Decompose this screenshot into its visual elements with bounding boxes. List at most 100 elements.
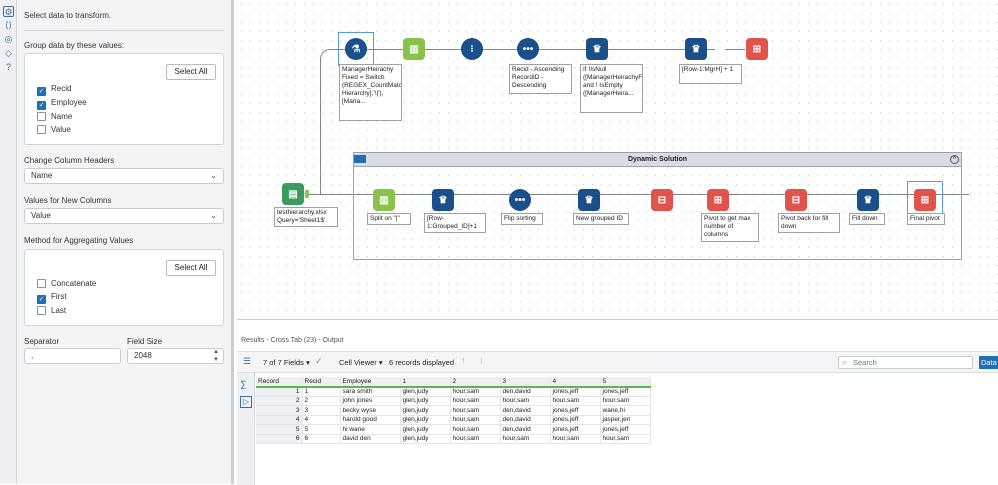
multi-row-formula-icon[interactable]: ♛	[432, 189, 454, 211]
cross-tab-icon[interactable]: ⊞	[746, 38, 768, 60]
cross-tab-icon[interactable]: ⊞	[707, 189, 729, 211]
arrow-down-icon[interactable]: ↓	[479, 355, 484, 365]
table-row[interactable]: 2 2 john jones glen,judy hour,sam hour,sam hou…	[256, 396, 651, 406]
final-pivot-label: Final pivot	[907, 213, 945, 225]
data-button[interactable]: Data	[979, 356, 998, 369]
new-columns-select[interactable]: Value ⌄	[24, 208, 224, 224]
multirow-tool-label: [Row-1:MgrH] + 1	[679, 64, 742, 84]
input-connection-curve	[320, 49, 334, 194]
table-row[interactable]: 6 6 david den glen,judy hour,sam hour,sam hour…	[256, 434, 651, 444]
field-size-label: Field Size	[127, 337, 163, 346]
flip-sorting-label: Flip sorting	[501, 213, 543, 225]
checkbox-unchecked[interactable]	[37, 125, 46, 134]
help-icon[interactable]: ?	[3, 62, 14, 73]
text-to-columns-icon[interactable]: ▥	[403, 38, 425, 60]
annotation-icon[interactable]: ◎	[3, 34, 14, 45]
col-header[interactable]: 5	[600, 377, 651, 388]
checkbox-unchecked[interactable]	[37, 306, 46, 315]
separator-input[interactable]: ,	[24, 348, 121, 364]
input-tool-label: testhierarchy.xlsx Query='Sheet1$'	[274, 207, 338, 227]
text-to-columns-icon[interactable]: ▥	[373, 189, 395, 211]
instruction-text: Select data to transform.	[24, 11, 112, 20]
records-count: 6 records displayed	[389, 358, 455, 367]
aggregate-heading: Method for Aggregating Values	[24, 236, 134, 245]
pivot-max-label: Pivot to get max number of columns	[701, 213, 759, 242]
checkbox-checked[interactable]: ✓	[37, 87, 46, 96]
fields-dropdown[interactable]: 7 of 7 Fields ▾	[263, 358, 310, 367]
checkbox-checked[interactable]: ✓	[37, 101, 46, 110]
table-row[interactable]: 5 5 hi wane glen,judy hour,sam den,david jones…	[256, 424, 651, 435]
sort-icon[interactable]: •••	[509, 189, 531, 211]
collapse-icon[interactable]: ^	[950, 155, 959, 164]
transpose-icon[interactable]: ⊟	[785, 189, 807, 211]
group-field-name[interactable]: Name	[37, 111, 72, 123]
sigma-icon[interactable]: ∑	[240, 379, 252, 391]
code-icon[interactable]: ⟨⟩	[3, 20, 14, 31]
new-grouped-id-label: New grouped ID	[573, 213, 629, 225]
multirow2-tool-label: [Row-1:Grouped_ID]+1	[424, 213, 486, 233]
input-data-book-icon[interactable]: ▤	[282, 183, 304, 205]
cross-tab-icon[interactable]: ⊞	[914, 189, 936, 211]
chevron-down-icon: ⌄	[210, 171, 217, 180]
transpose-icon[interactable]: ⊟	[651, 189, 673, 211]
search-input[interactable]: ○ Search	[838, 356, 973, 369]
tag-icon[interactable]: ◇	[3, 48, 14, 59]
change-headers-heading: Change Column Headers	[24, 156, 115, 165]
search-icon: ○	[842, 358, 847, 367]
checkbox-checked[interactable]: ✓	[37, 295, 46, 304]
table-row[interactable]: 1 1 sara smith glen,judy hour,sam den,david jo…	[256, 386, 651, 397]
results-side-bar: ∑ ▷	[237, 373, 255, 485]
group-field-recid[interactable]: ✓ Recid	[37, 83, 71, 96]
checkbox-unchecked[interactable]	[37, 279, 46, 288]
record-id-icon[interactable]: ⁝	[461, 38, 483, 60]
checkmark-icon[interactable]: ✓	[315, 356, 323, 367]
group-by-box: Select All ✓ Recid ✓ Employee Name Value	[24, 53, 224, 145]
group-select-all-button[interactable]: Select All	[166, 64, 216, 80]
container-icon	[354, 155, 366, 163]
field-size-stepper[interactable]: 2048 ▲ ▼	[127, 348, 224, 364]
results-table: Record Recid Employee 1 2 3 4 5 1 1 sara s…	[256, 377, 651, 444]
formula-tool-label: ManagerHeirachy Fixed = Switch (REGEX_Co…	[339, 64, 402, 121]
col-header[interactable]: 2	[450, 377, 501, 388]
table-view-icon[interactable]: ☰	[243, 356, 251, 367]
container-header[interactable]: Dynamic Solution ^	[354, 153, 961, 167]
checkbox-unchecked[interactable]	[37, 112, 46, 121]
aggregate-select-all-button[interactable]: Select All	[166, 260, 216, 276]
pivot-back-label: Pivot back for fill down	[778, 213, 840, 233]
formula2-tool-label: If !IsNull ([ManagerHeirachyFixed]) and …	[580, 64, 643, 113]
split-tool-label: Split on "|"	[367, 213, 411, 225]
change-headers-select[interactable]: Name ⌄	[24, 168, 224, 184]
col-header[interactable]: 4	[550, 377, 601, 388]
fill-down-label: Fill down	[849, 213, 885, 225]
col-header[interactable]: Employee	[340, 377, 401, 388]
col-header[interactable]: Recid	[302, 377, 341, 388]
table-header-row: Record Recid Employee 1 2 3 4 5	[256, 377, 651, 388]
workflow-canvas[interactable]: ▤ testhierarchy.xlsx Query='Sheet1$' ⚗ M…	[237, 0, 998, 316]
formula-flask-icon[interactable]: ⚗	[345, 38, 367, 60]
aggregate-last[interactable]: Last	[37, 305, 66, 317]
col-header[interactable]: Record	[256, 377, 303, 388]
table-row[interactable]: 3 3 becky wyse glen,judy hour,sam den,david jo…	[256, 405, 651, 416]
multi-row-formula-icon[interactable]: ♛	[857, 189, 879, 211]
sort-tool-label: Recid - Ascending RecordID - Descending	[509, 64, 572, 94]
top-row-connection	[725, 49, 745, 50]
cell-viewer-dropdown[interactable]: Cell Viewer ▾	[339, 358, 383, 367]
arrow-up-icon[interactable]: ↑	[461, 355, 466, 365]
group-field-value[interactable]: Value	[37, 124, 71, 136]
output-anchor[interactable]	[305, 190, 309, 198]
col-header[interactable]: 3	[500, 377, 551, 388]
multi-row-formula-icon[interactable]: ♛	[685, 38, 707, 60]
aggregate-first[interactable]: ✓ First	[37, 291, 67, 304]
group-by-heading: Group data by these values:	[24, 41, 125, 50]
output-icon[interactable]: ▷	[240, 396, 252, 408]
stepper-arrows-icon[interactable]: ▲ ▼	[213, 348, 219, 364]
aggregate-concatenate[interactable]: Concatenate	[37, 278, 96, 290]
configuration-gear-icon[interactable]: ⚙	[3, 6, 14, 17]
multi-row-formula-icon[interactable]: ♛	[586, 38, 608, 60]
multi-row-formula-icon[interactable]: ♛	[578, 189, 600, 211]
col-header[interactable]: 1	[400, 377, 451, 388]
table-row[interactable]: 4 4 harold good glen,judy hour,sam den,david j…	[256, 415, 651, 425]
sort-icon[interactable]: •••	[517, 38, 539, 60]
group-field-employee[interactable]: ✓ Employee	[37, 97, 87, 110]
icon-rail: ⚙ ⟨⟩ ◎ ◇ ?	[0, 0, 17, 484]
